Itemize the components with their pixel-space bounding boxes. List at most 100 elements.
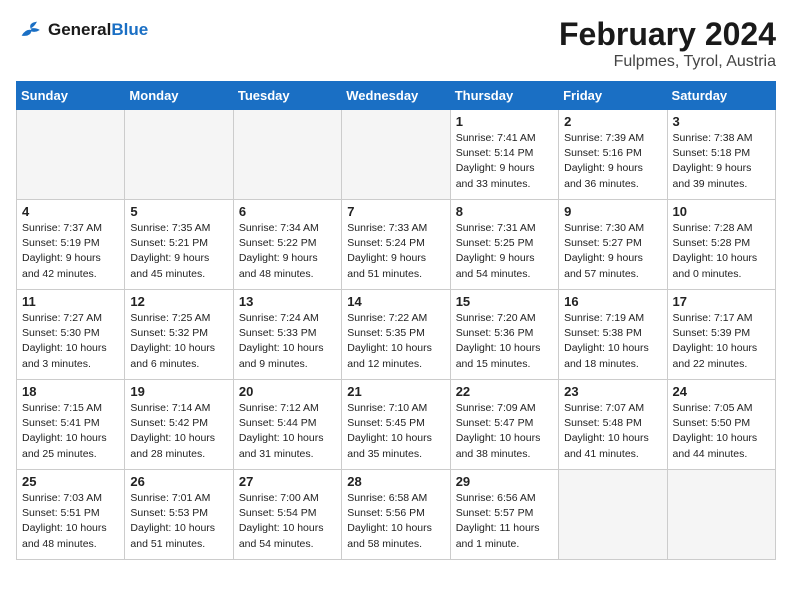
day-number: 5 [130,204,227,219]
calendar-day-cell: 21Sunrise: 7:10 AMSunset: 5:45 PMDayligh… [342,380,450,470]
day-info: Sunrise: 7:12 AMSunset: 5:44 PMDaylight:… [239,401,336,462]
day-number: 3 [673,114,770,129]
day-number: 4 [22,204,119,219]
day-number: 17 [673,294,770,309]
calendar-day-cell: 23 Sunrise: 7:07 AMSunset: 5:48 PMDayligh… [559,380,667,470]
day-number: 21 [347,384,444,399]
title-section: February 2024 Fulpmes, Tyrol, Austria [559,16,776,71]
calendar-day-cell: 12Sunrise: 7:25 AMSunset: 5:32 PMDayligh… [125,290,233,380]
day-number: 10 [673,204,770,219]
day-info: Sunrise: 7:19 AMSunset: 5:38 PMDaylight:… [564,311,661,372]
weekday-header: Thursday [450,82,558,110]
day-info: Sunrise: 7:25 AMSunset: 5:32 PMDaylight:… [130,311,227,372]
day-info: Sunrise: 7:01 AMSunset: 5:53 PMDaylight:… [130,491,227,552]
day-info: Sunrise: 7:27 AMSunset: 5:30 PMDaylight:… [22,311,119,372]
calendar-day-cell: 20 Sunrise: 7:12 AMSunset: 5:44 PMDayligh… [233,380,341,470]
day-number: 28 [347,474,444,489]
day-info: Sunrise: 7:35 AMSunset: 5:21 PMDaylight:… [130,221,227,282]
calendar-day-cell: 27 Sunrise: 7:00 AMSunset: 5:54 PMDayligh… [233,470,341,560]
day-number: 19 [130,384,227,399]
day-number: 23 [564,384,661,399]
day-number: 27 [239,474,336,489]
day-info: Sunrise: 7:05 AMSunset: 5:50 PMDaylight:… [673,401,770,462]
calendar-week-row: 11 Sunrise: 7:27 AMSunset: 5:30 PMDayligh… [17,290,776,380]
day-number: 8 [456,204,553,219]
day-info: Sunrise: 7:31 AMSunset: 5:25 PMDaylight:… [456,221,553,282]
calendar-day-cell [17,110,125,200]
day-number: 15 [456,294,553,309]
logo: GeneralBlue [16,16,148,44]
day-number: 22 [456,384,553,399]
day-number: 13 [239,294,336,309]
calendar-day-cell: 14 Sunrise: 7:22 AMSunset: 5:35 PMDayligh… [342,290,450,380]
weekday-header-row: SundayMondayTuesdayWednesdayThursdayFrid… [17,82,776,110]
calendar-week-row: 25 Sunrise: 7:03 AMSunset: 5:51 PMDayligh… [17,470,776,560]
month-title: February 2024 [559,16,776,53]
day-info: Sunrise: 7:38 AMSunset: 5:18 PMDaylight:… [673,131,770,192]
calendar-day-cell: 6 Sunrise: 7:34 AMSunset: 5:22 PMDaylight… [233,200,341,290]
day-info: Sunrise: 7:15 AMSunset: 5:41 PMDaylight:… [22,401,119,462]
calendar-day-cell [125,110,233,200]
calendar-day-cell: 18 Sunrise: 7:15 AMSunset: 5:41 PMDayligh… [17,380,125,470]
calendar-day-cell: 24Sunrise: 7:05 AMSunset: 5:50 PMDayligh… [667,380,775,470]
calendar-day-cell: 9 Sunrise: 7:30 AMSunset: 5:27 PMDaylight… [559,200,667,290]
day-number: 2 [564,114,661,129]
day-number: 1 [456,114,553,129]
calendar-day-cell: 22Sunrise: 7:09 AMSunset: 5:47 PMDayligh… [450,380,558,470]
day-number: 16 [564,294,661,309]
day-info: Sunrise: 7:30 AMSunset: 5:27 PMDaylight:… [564,221,661,282]
calendar-table: SundayMondayTuesdayWednesdayThursdayFrid… [16,81,776,560]
day-number: 11 [22,294,119,309]
calendar-day-cell [667,470,775,560]
calendar-week-row: 1 Sunrise: 7:41 AMSunset: 5:14 PMDaylight… [17,110,776,200]
calendar-day-cell: 16 Sunrise: 7:19 AMSunset: 5:38 PMDayligh… [559,290,667,380]
calendar-day-cell: 28 Sunrise: 6:58 AMSunset: 5:56 PMDayligh… [342,470,450,560]
calendar-day-cell: 19 Sunrise: 7:14 AMSunset: 5:42 PMDayligh… [125,380,233,470]
day-number: 9 [564,204,661,219]
location: Fulpmes, Tyrol, Austria [559,53,776,71]
calendar-day-cell: 29Sunrise: 6:56 AMSunset: 5:57 PMDayligh… [450,470,558,560]
day-info: Sunrise: 7:17 AMSunset: 5:39 PMDaylight:… [673,311,770,372]
calendar-day-cell: 4Sunrise: 7:37 AMSunset: 5:19 PMDaylight… [17,200,125,290]
calendar-day-cell [342,110,450,200]
day-info: Sunrise: 6:56 AMSunset: 5:57 PMDaylight:… [456,491,553,552]
weekday-header: Tuesday [233,82,341,110]
day-info: Sunrise: 6:58 AMSunset: 5:56 PMDaylight:… [347,491,444,552]
day-number: 20 [239,384,336,399]
day-number: 26 [130,474,227,489]
calendar-day-cell [233,110,341,200]
calendar-day-cell: 7Sunrise: 7:33 AMSunset: 5:24 PMDaylight… [342,200,450,290]
calendar-week-row: 4Sunrise: 7:37 AMSunset: 5:19 PMDaylight… [17,200,776,290]
calendar-day-cell: 25 Sunrise: 7:03 AMSunset: 5:51 PMDayligh… [17,470,125,560]
day-number: 14 [347,294,444,309]
calendar-day-cell: 11 Sunrise: 7:27 AMSunset: 5:30 PMDayligh… [17,290,125,380]
calendar-day-cell: 26 Sunrise: 7:01 AMSunset: 5:53 PMDayligh… [125,470,233,560]
weekday-header: Monday [125,82,233,110]
calendar-day-cell [559,470,667,560]
weekday-header: Friday [559,82,667,110]
logo-text: GeneralBlue [48,20,148,40]
day-info: Sunrise: 7:22 AMSunset: 5:35 PMDaylight:… [347,311,444,372]
calendar-day-cell: 17 Sunrise: 7:17 AMSunset: 5:39 PMDayligh… [667,290,775,380]
page-header: GeneralBlue February 2024 Fulpmes, Tyrol… [16,16,776,71]
day-info: Sunrise: 7:03 AMSunset: 5:51 PMDaylight:… [22,491,119,552]
logo-icon [16,16,44,44]
day-number: 6 [239,204,336,219]
day-number: 25 [22,474,119,489]
day-info: Sunrise: 7:34 AMSunset: 5:22 PMDaylight:… [239,221,336,282]
day-info: Sunrise: 7:28 AMSunset: 5:28 PMDaylight:… [673,221,770,282]
day-info: Sunrise: 7:41 AMSunset: 5:14 PMDaylight:… [456,131,553,192]
day-number: 18 [22,384,119,399]
day-info: Sunrise: 7:24 AMSunset: 5:33 PMDaylight:… [239,311,336,372]
day-info: Sunrise: 7:00 AMSunset: 5:54 PMDaylight:… [239,491,336,552]
calendar-day-cell: 8 Sunrise: 7:31 AMSunset: 5:25 PMDaylight… [450,200,558,290]
calendar-day-cell: 13 Sunrise: 7:24 AMSunset: 5:33 PMDayligh… [233,290,341,380]
calendar-day-cell: 1 Sunrise: 7:41 AMSunset: 5:14 PMDaylight… [450,110,558,200]
calendar-day-cell: 3 Sunrise: 7:38 AMSunset: 5:18 PMDaylight… [667,110,775,200]
calendar-day-cell: 5 Sunrise: 7:35 AMSunset: 5:21 PMDaylight… [125,200,233,290]
day-info: Sunrise: 7:33 AMSunset: 5:24 PMDaylight:… [347,221,444,282]
calendar-day-cell: 15Sunrise: 7:20 AMSunset: 5:36 PMDayligh… [450,290,558,380]
day-info: Sunrise: 7:07 AMSunset: 5:48 PMDaylight:… [564,401,661,462]
day-info: Sunrise: 7:39 AMSunset: 5:16 PMDaylight:… [564,131,661,192]
day-info: Sunrise: 7:14 AMSunset: 5:42 PMDaylight:… [130,401,227,462]
